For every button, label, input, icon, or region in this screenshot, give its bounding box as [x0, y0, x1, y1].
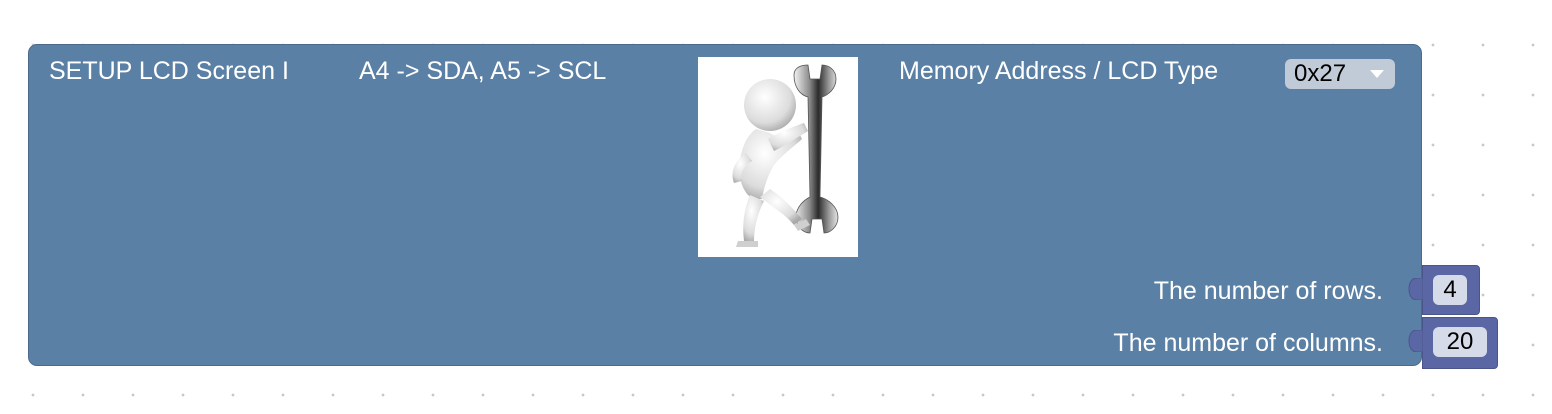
pin-mapping-label: A4 -> SDA, A5 -> SCL: [359, 57, 607, 85]
chevron-down-icon: [1370, 70, 1384, 78]
blockly-workspace[interactable]: SETUP LCD Screen I A4 -> SDA, A5 -> SCL: [0, 0, 1552, 414]
puzzle-tab-icon: [1408, 278, 1423, 300]
columns-input[interactable]: 20: [1433, 327, 1487, 357]
rows-number-block[interactable]: 4: [1408, 265, 1480, 315]
block-title: SETUP LCD Screen I: [49, 57, 289, 85]
puzzle-tab-icon: [1408, 330, 1423, 352]
lcd-setup-block[interactable]: SETUP LCD Screen I A4 -> SDA, A5 -> SCL: [28, 44, 1422, 366]
columns-number-block[interactable]: 20: [1408, 317, 1498, 369]
columns-label: The number of columns.: [1113, 329, 1383, 357]
person-with-wrench-graphic: [732, 64, 839, 247]
rows-label: The number of rows.: [1153, 277, 1383, 305]
memory-address-dropdown[interactable]: 0x27: [1285, 59, 1395, 89]
memory-address-value: 0x27: [1294, 60, 1347, 87]
memory-address-label: Memory Address / LCD Type: [899, 57, 1219, 85]
person-with-wrench-icon: [698, 57, 858, 257]
rows-input[interactable]: 4: [1433, 275, 1467, 305]
